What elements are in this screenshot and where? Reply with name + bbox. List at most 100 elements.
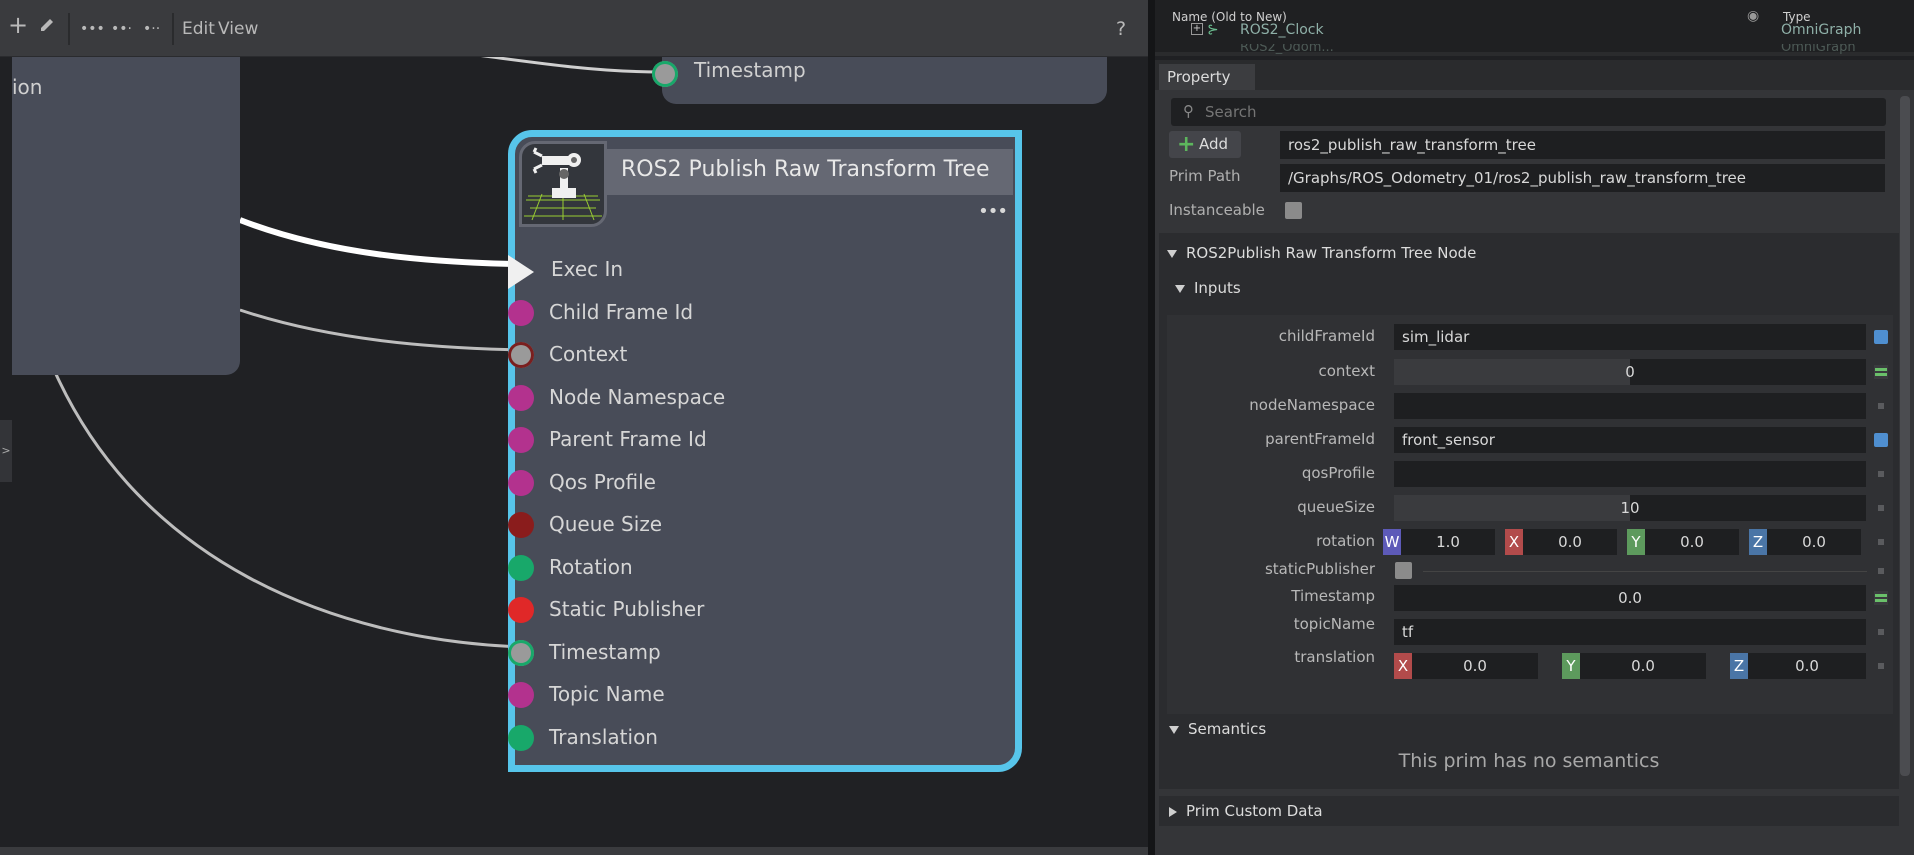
static-publisher-port[interactable]: [508, 597, 534, 623]
graph-editor[interactable]: ion Timestamp ROS2 Publish Raw Transform…: [0, 0, 1148, 855]
port-label: Exec In: [551, 257, 624, 281]
instanceable-checkbox[interactable]: [1285, 202, 1302, 219]
rotation-z-field[interactable]: Z 0.0: [1749, 529, 1861, 555]
collapse-arrow-icon: [1175, 284, 1185, 293]
context-port[interactable]: [508, 342, 534, 368]
port-row-translation[interactable]: Translation: [508, 723, 1015, 753]
attr-label-context: context: [1318, 362, 1375, 380]
exec-in-port-icon[interactable]: [508, 255, 534, 289]
stage-row[interactable]: ROS2_Odom... OmniGraph: [1155, 44, 1914, 56]
stage-row-type: OmniGraph: [1781, 44, 1856, 55]
default-marker-icon[interactable]: [1878, 471, 1884, 477]
panel-splitter[interactable]: [1148, 0, 1155, 855]
parent-frame-id-port[interactable]: [508, 427, 534, 453]
parentframeid-field[interactable]: front_sensor: [1394, 427, 1866, 453]
default-marker-icon[interactable]: [1878, 539, 1884, 545]
custom-data-section-header[interactable]: Prim Custom Data: [1169, 802, 1323, 820]
node-namespace-port[interactable]: [508, 384, 534, 411]
topicname-field[interactable]: tf: [1394, 619, 1866, 645]
stage-row[interactable]: + ⊱ ROS2_Clock OmniGraph: [1155, 22, 1914, 42]
port-label: Qos Profile: [549, 469, 656, 494]
inputs-section-header[interactable]: Inputs: [1175, 279, 1241, 297]
translation-x-field[interactable]: X 0.0: [1394, 653, 1538, 679]
port-row-qos-profile[interactable]: Qos Profile: [508, 468, 1015, 498]
port-row-parent-frame-id[interactable]: Parent Frame Id: [508, 425, 1015, 455]
side-panel-toggle[interactable]: >: [0, 420, 12, 482]
queuesize-field[interactable]: 10: [1394, 495, 1866, 521]
timestamp-output-port[interactable]: [652, 61, 678, 87]
default-marker-icon[interactable]: [1878, 505, 1884, 511]
property-tabbar: Property: [1155, 60, 1914, 90]
translation-z-field[interactable]: Z 0.0: [1730, 653, 1866, 679]
node-menu-icon[interactable]: •••: [978, 201, 1008, 222]
help-icon[interactable]: ?: [1116, 16, 1126, 42]
node-section-header[interactable]: ROS2Publish Raw Transform Tree Node: [1167, 244, 1476, 262]
port-row-topic-name[interactable]: Topic Name: [508, 680, 1015, 710]
search-input[interactable]: [1205, 101, 1865, 123]
property-scrollbar[interactable]: [1900, 96, 1910, 776]
translation-y-field[interactable]: Y 0.0: [1562, 653, 1706, 679]
edit-menu[interactable]: Edit: [182, 16, 215, 42]
instanceable-label: Instanceable: [1169, 201, 1265, 219]
node-header[interactable]: ROS2 Publish Raw Transform Tree: [607, 149, 1013, 195]
layout-dots-icon-3[interactable]: •··: [143, 16, 160, 42]
view-menu[interactable]: View: [218, 16, 258, 42]
rotation-w-field[interactable]: W 1.0: [1383, 529, 1495, 555]
add-node-icon[interactable]: +: [8, 12, 28, 38]
port-row-static-publisher[interactable]: Static Publisher: [508, 595, 1015, 625]
timestamp-port[interactable]: [508, 639, 534, 666]
queue-size-port[interactable]: [508, 512, 534, 538]
add-button[interactable]: + Add: [1169, 131, 1241, 158]
topic-name-port[interactable]: [508, 682, 534, 708]
qos-profile-port[interactable]: [508, 469, 534, 496]
default-marker-icon[interactable]: [1878, 403, 1884, 409]
staticpublisher-checkbox[interactable]: [1395, 562, 1412, 579]
tab-property[interactable]: Property: [1159, 64, 1255, 90]
expand-icon[interactable]: +: [1191, 23, 1203, 35]
default-marker-icon[interactable]: [1878, 568, 1884, 574]
childframeid-field[interactable]: sim_lidar: [1394, 324, 1866, 350]
property-search[interactable]: ⚲: [1171, 98, 1886, 126]
context-field[interactable]: 0: [1394, 359, 1866, 385]
port-row-timestamp[interactable]: Timestamp: [508, 638, 1015, 668]
default-marker-icon[interactable]: [1878, 629, 1884, 635]
pencil-icon[interactable]: [38, 16, 56, 42]
ros2-publish-raw-transform-tree-node[interactable]: ROS2 Publish Raw Transform Tree ••• Exec…: [508, 130, 1022, 772]
attr-label-timestamp: Timestamp: [1291, 587, 1375, 605]
qosprofile-field[interactable]: [1394, 461, 1866, 487]
translation-y-value: 0.0: [1631, 657, 1655, 675]
rotation-x-field[interactable]: X 0.0: [1505, 529, 1617, 555]
authored-marker-icon[interactable]: [1874, 433, 1888, 447]
add-button-label: Add: [1199, 135, 1229, 153]
port-row-queue-size[interactable]: Queue Size: [508, 510, 1015, 540]
port-row-node-namespace[interactable]: Node Namespace: [508, 383, 1015, 413]
layout-dots-icon-2[interactable]: ••·: [111, 16, 132, 42]
port-label: Child Frame Id: [549, 299, 694, 324]
default-marker-icon[interactable]: [1878, 663, 1884, 669]
port-row-exec-in[interactable]: Exec In: [508, 255, 1015, 289]
connection-marker-icon[interactable]: [1874, 365, 1888, 379]
expand-arrow-icon: [1169, 806, 1177, 817]
child-frame-id-port[interactable]: [508, 299, 534, 326]
prim-name-field[interactable]: ros2_publish_raw_transform_tree: [1280, 131, 1885, 159]
rotation-port[interactable]: [508, 554, 534, 581]
left-graph-node[interactable]: ion: [12, 57, 240, 375]
attr-label-childframeid: childFrameId: [1278, 327, 1375, 345]
custom-data-section-title: Prim Custom Data: [1186, 802, 1323, 820]
semantics-section-header[interactable]: Semantics: [1169, 720, 1266, 738]
authored-marker-icon[interactable]: [1874, 330, 1888, 344]
port-row-rotation[interactable]: Rotation: [508, 553, 1015, 583]
top-graph-node[interactable]: Timestamp: [652, 50, 1107, 104]
rotation-y-field[interactable]: Y 0.0: [1627, 529, 1739, 555]
prim-path-field[interactable]: /Graphs/ROS_Odometry_01/ros2_publish_raw…: [1280, 164, 1885, 192]
stage-panel: Name (Old to New) ◉ Type + ⊱ ROS2_Clock …: [1155, 0, 1914, 56]
timestamp-field[interactable]: 0.0: [1394, 585, 1866, 611]
port-row-child-frame-id[interactable]: Child Frame Id: [508, 298, 1015, 328]
port-row-context[interactable]: Context: [508, 340, 1015, 370]
layout-dots-icon-1[interactable]: •••: [80, 16, 105, 42]
nodenamespace-field[interactable]: [1394, 393, 1866, 419]
rotation-w-value: 1.0: [1436, 533, 1460, 551]
translation-port[interactable]: [508, 724, 534, 751]
connection-marker-icon[interactable]: [1874, 591, 1888, 605]
z-tag: Z: [1730, 653, 1748, 679]
